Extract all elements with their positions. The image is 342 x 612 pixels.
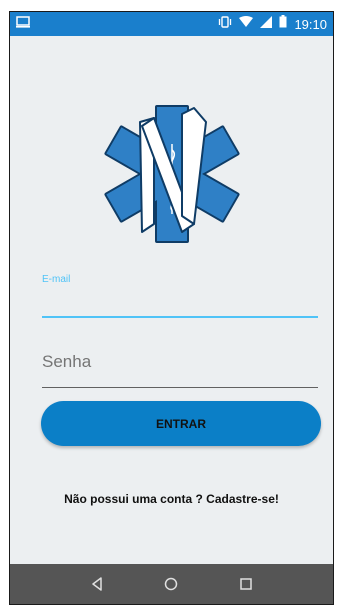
- email-label: E-mail: [42, 274, 71, 285]
- password-placeholder: Senha: [42, 352, 92, 371]
- status-time: 19:10: [294, 16, 327, 32]
- navigation-bar: [10, 564, 333, 604]
- star-of-life-n-logo: [102, 100, 242, 250]
- status-bar: 19:10: [10, 12, 333, 36]
- screen-cast-icon: [16, 15, 30, 33]
- login-button[interactable]: ENTRAR: [41, 401, 321, 446]
- phone-screen: 19:10 E-mail Senha ENTRAR Não possui uma…: [9, 11, 334, 605]
- password-field[interactable]: Senha: [42, 352, 318, 388]
- back-icon[interactable]: [85, 572, 109, 596]
- vibrate-icon: [218, 15, 232, 33]
- signal-icon: [260, 15, 273, 33]
- wifi-icon: [239, 15, 254, 33]
- signup-link[interactable]: Não possui uma conta ? Cadastre-se!: [10, 492, 333, 506]
- email-field[interactable]: E-mail: [42, 274, 318, 318]
- recents-icon[interactable]: [234, 572, 258, 596]
- password-underline: [42, 387, 318, 388]
- email-underline: [42, 316, 318, 318]
- home-icon[interactable]: [159, 572, 183, 596]
- battery-icon: [279, 15, 287, 33]
